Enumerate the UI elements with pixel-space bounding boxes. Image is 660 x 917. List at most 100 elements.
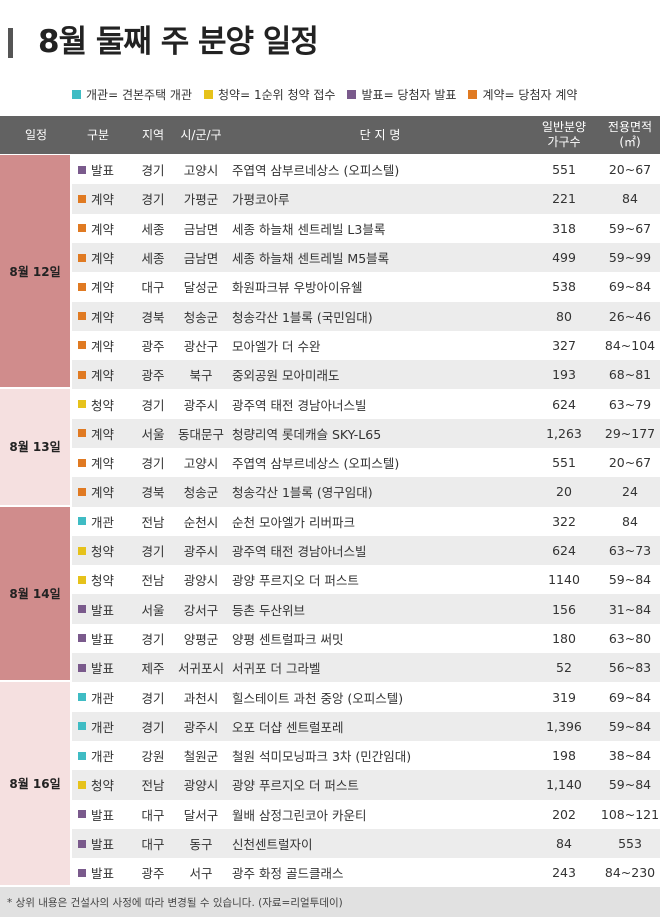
table-row: 계약 서울 동대문구 청량리역 롯데캐슬 SKY-L65 1,263 29~177 xyxy=(72,418,660,448)
city-cell: 광산구 xyxy=(183,338,219,354)
region-cell: 대구 xyxy=(141,807,165,823)
legend-swatch xyxy=(347,89,357,99)
type-label: 발표 xyxy=(91,661,115,677)
region-cell: 경기 xyxy=(141,631,165,647)
date-group: 8월 13일 청약 경기 광주시 광주역 태전 경남아너스빌 624 63~79 계약 서울 동대… xyxy=(0,389,660,507)
table-row: 청약 경기 광주시 광주역 태전 경남아너스빌 624 63~79 xyxy=(72,389,660,418)
complex-name-cell: 서귀포 더 그라벨 xyxy=(232,661,321,677)
table-row: 계약 경기 가평군 가평코아루 221 84 xyxy=(72,184,660,214)
units-cell: 221 xyxy=(552,191,576,207)
units-cell: 322 xyxy=(552,513,576,529)
region-cell: 전남 xyxy=(141,573,165,589)
city-cell: 동구 xyxy=(189,837,213,853)
type-label: 계약 xyxy=(91,280,115,296)
date-cell: 8월 14일 xyxy=(0,506,70,683)
region-cell: 서울 xyxy=(141,602,165,618)
city-cell: 강서구 xyxy=(183,602,219,618)
region-cell: 경기 xyxy=(141,456,165,472)
type-label: 발표 xyxy=(91,631,115,647)
table-row: 계약 경기 고양시 주엽역 삼부르네상스 (오피스텔) 551 20~67 xyxy=(72,448,660,477)
city-cell: 광주시 xyxy=(183,719,219,735)
type-cell: 계약 xyxy=(78,243,114,272)
type-cell: 계약 xyxy=(78,302,114,331)
area-cell: 553 xyxy=(618,836,642,852)
header-area: 전용면적 (㎡) xyxy=(600,116,660,154)
type-marker xyxy=(78,224,86,233)
units-cell: 1140 xyxy=(548,572,580,588)
complex-name-cell: 청량리역 롯데캐슬 SKY-L65 xyxy=(232,426,382,442)
date-cell: 8월 16일 xyxy=(0,682,70,888)
table-row: 계약 경북 청송군 청송각산 1블록 (영구임대) 20 24 xyxy=(72,477,660,507)
region-cell: 경북 xyxy=(141,485,165,501)
table-row: 발표 서울 강서구 등촌 두산위브 156 31~84 xyxy=(72,594,660,624)
complex-name-cell: 주엽역 삼부르네상스 (오피스텔) xyxy=(232,456,400,472)
header-units-line2: 가구수 xyxy=(547,135,581,149)
area-cell: 68~81 xyxy=(608,367,652,383)
region-cell: 전남 xyxy=(141,778,165,794)
date-group: 8월 12일 발표 경기 고양시 주엽역 삼부르네상스 (오피스텔) 551 20~67 계약… xyxy=(0,155,660,390)
units-cell: 318 xyxy=(552,220,576,236)
complex-name-cell: 광주 화정 골드클래스 xyxy=(232,866,344,882)
region-cell: 경기 xyxy=(141,690,165,706)
legend-label: 개관= 견본주택 개관 xyxy=(86,87,193,102)
complex-name-cell: 주엽역 삼부르네상스 (오피스텔) xyxy=(232,163,400,179)
date-group: 8월 16일 개관 경기 과천시 힐스테이트 과천 중앙 (오피스텔) 319 69~84 개… xyxy=(0,682,660,888)
legend-swatch xyxy=(72,89,81,99)
type-cell: 발표 xyxy=(78,653,114,682)
type-cell: 계약 xyxy=(78,477,114,506)
type-marker xyxy=(78,605,86,614)
legend-label: 청약= 1순위 청약 접수 xyxy=(218,87,336,102)
city-cell: 북구 xyxy=(189,368,213,384)
region-cell: 대구 xyxy=(141,837,165,853)
type-label: 발표 xyxy=(91,163,115,179)
type-cell: 발표 xyxy=(78,624,114,653)
table-row: 발표 경기 양평군 양평 센트럴파크 써밋 180 63~80 xyxy=(72,624,660,653)
type-cell: 계약 xyxy=(78,419,114,448)
table-row: 개관 경기 과천시 힐스테이트 과천 중앙 (오피스텔) 319 69~84 xyxy=(72,682,660,711)
type-cell: 개관 xyxy=(78,712,114,741)
city-cell: 순천시 xyxy=(183,514,219,530)
city-cell: 광주시 xyxy=(183,397,219,413)
date-cell: 8월 13일 xyxy=(0,389,70,507)
table-row: 청약 전남 광양시 광양 푸르지오 더 퍼스트 1,140 59~84 xyxy=(72,770,660,800)
legend-item-apply: 청약= 1순위 청약 접수 xyxy=(204,86,335,103)
complex-name-cell: 등촌 두산위브 xyxy=(232,602,305,618)
city-cell: 철원군 xyxy=(183,749,219,765)
type-label: 청약 xyxy=(91,778,115,794)
city-cell: 광주시 xyxy=(183,544,219,560)
area-cell: 59~67 xyxy=(608,220,652,236)
city-cell: 양평군 xyxy=(183,631,219,647)
area-cell: 26~46 xyxy=(608,308,652,324)
complex-name-cell: 모아엘가 더 수완 xyxy=(232,338,321,354)
region-cell: 제주 xyxy=(141,661,165,677)
type-label: 계약 xyxy=(91,309,115,325)
complex-name-cell: 중외공원 모아미래도 xyxy=(232,368,340,384)
date-group: 8월 14일 개관 전남 순천시 순천 모아엘가 리버파크 322 84 청약 경기 광주시 광주역… xyxy=(0,506,660,683)
type-label: 계약 xyxy=(91,221,115,237)
header-complex: 단 지 명 xyxy=(359,127,401,142)
complex-name-cell: 광주역 태전 경남아너스빌 xyxy=(232,544,367,560)
legend-item-contract: 계약= 당첨자 계약 xyxy=(468,86,577,103)
complex-name-cell: 세종 하늘채 센트레빌 L3블록 xyxy=(232,221,386,237)
area-cell: 38~84 xyxy=(608,748,652,764)
header-units: 일반분양 가구수 xyxy=(528,116,600,154)
legend-label: 발표= 당첨자 발표 xyxy=(361,87,457,102)
units-cell: 551 xyxy=(552,162,576,178)
city-cell: 서구 xyxy=(189,866,213,882)
table-row: 청약 전남 광양시 광양 푸르지오 더 퍼스트 1140 59~84 xyxy=(72,565,660,594)
area-cell: 63~80 xyxy=(608,630,652,646)
type-cell: 개관 xyxy=(78,741,114,770)
type-marker xyxy=(78,693,86,702)
area-cell: 29~177 xyxy=(604,425,656,441)
type-cell: 발표 xyxy=(78,858,114,887)
type-marker xyxy=(78,751,86,760)
area-cell: 84 xyxy=(622,191,638,207)
table-row: 계약 세종 금남면 세종 하늘채 센트레빌 M5블록 499 59~99 xyxy=(72,242,660,273)
type-marker xyxy=(78,370,86,379)
type-cell: 발표 xyxy=(78,800,114,829)
type-marker xyxy=(78,429,86,438)
region-cell: 광주 xyxy=(141,866,165,882)
legend: 개관= 견본주택 개관 청약= 1순위 청약 접수 발표= 당첨자 발표 계약=… xyxy=(72,84,652,104)
type-label: 발표 xyxy=(91,866,115,882)
city-cell: 고양시 xyxy=(183,456,219,472)
